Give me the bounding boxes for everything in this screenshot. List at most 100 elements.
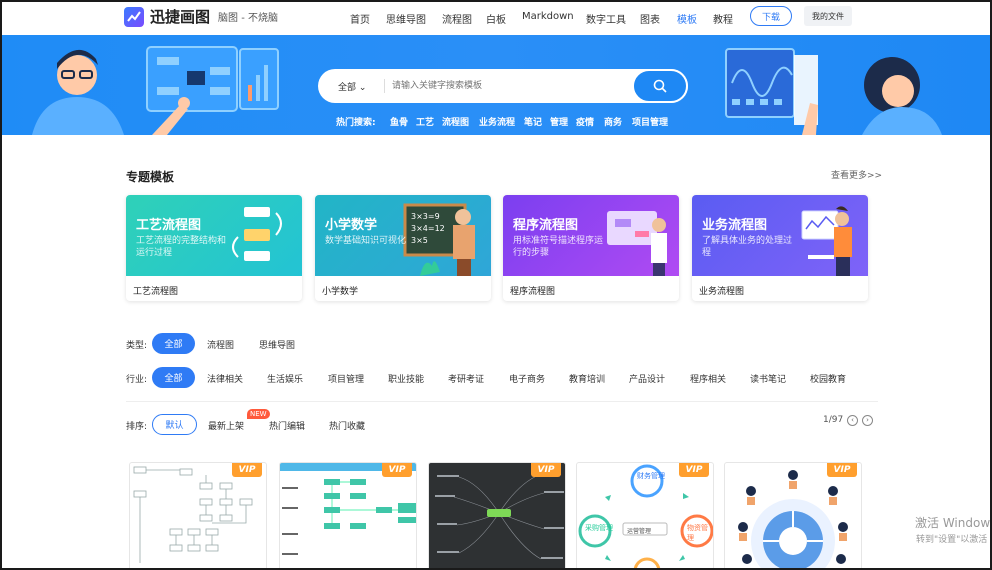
type-filter-option[interactable]: 全部: [152, 333, 195, 354]
nav-item[interactable]: 图表: [640, 11, 660, 26]
template-card[interactable]: 财务管理 采购管理 运营管理 物资管理 VIP: [576, 462, 714, 568]
nav-item[interactable]: 数字工具: [586, 11, 626, 26]
download-button[interactable]: 下载: [750, 6, 792, 26]
topic-card-title: 小学数学: [325, 218, 378, 233]
hero-banner: 全部 ⌄ 热门搜索: 鱼骨工艺流程图业务流程笔记管理疫情商务项目管理: [2, 35, 990, 135]
search-scope-select[interactable]: 全部 ⌄: [338, 80, 366, 93]
mgmt-label: 物资管理: [687, 524, 708, 542]
hot-search-term[interactable]: 商务: [604, 115, 622, 128]
industry-filter-option[interactable]: 读书笔记: [750, 372, 786, 385]
new-badge: NEW: [247, 409, 270, 419]
prev-page-button[interactable]: ‹: [847, 415, 858, 426]
industry-filter-option[interactable]: 项目管理: [328, 372, 364, 385]
industry-filter-option[interactable]: 考研考证: [448, 372, 484, 385]
logo-subtitle: 脑图 - 不烧脑: [218, 13, 278, 24]
industry-filter-option[interactable]: 电子商务: [509, 372, 545, 385]
type-filter-option[interactable]: 流程图: [207, 338, 234, 351]
hot-search-term[interactable]: 管理: [550, 115, 568, 128]
nav-item[interactable]: 白板: [486, 11, 506, 26]
see-more-link[interactable]: 查看更多>>: [831, 168, 882, 181]
top-navbar: 迅捷画图 脑图 - 不烧脑 首页 思维导图 流程图 白板 Markdown 数字工具 图表 模…: [2, 2, 990, 35]
mindmap-thumbnail: [435, 473, 564, 560]
type-filter-option[interactable]: 思维导图: [259, 338, 295, 351]
hot-search-label: 热门搜索:: [336, 118, 376, 128]
svg-text:3×3=9: 3×3=9: [411, 212, 440, 221]
mgmt-label: 财务管理: [637, 472, 665, 480]
hot-search-term[interactable]: 项目管理: [632, 115, 668, 128]
industry-filter-option[interactable]: 校园教育: [810, 372, 846, 385]
topic-card[interactable]: 3×3=9 3×4=12 3×5 小学数学 数学基础知识可视化 小学数学: [315, 195, 491, 301]
topic-card-image: 程序流程图用标准符号描述程序运行的步骤: [503, 195, 679, 276]
my-files-button[interactable]: 我的文件: [804, 6, 852, 26]
search-bar: 全部 ⌄: [318, 69, 688, 103]
topic-card-title: 业务流程图: [702, 218, 768, 233]
vip-badge: VIP: [531, 463, 561, 477]
next-page-button[interactable]: ›: [862, 415, 873, 426]
industry-filter-option[interactable]: 全部: [152, 367, 195, 388]
logo-text: 迅捷画图: [150, 8, 211, 26]
topic-card-desc: 用标准符号描述程序运行的步骤: [513, 236, 604, 258]
search-input[interactable]: [392, 78, 622, 94]
search-button[interactable]: [632, 69, 688, 103]
search-separator: [384, 79, 385, 93]
sort-option[interactable]: 最新上架: [208, 419, 244, 432]
topic-card-title: 程序流程图: [513, 218, 579, 233]
section-title: 专题模板: [126, 170, 175, 184]
logo[interactable]: 迅捷画图 脑图 - 不烧脑: [124, 6, 278, 27]
vip-badge: VIP: [232, 463, 262, 477]
industry-filter-option[interactable]: 教育培训: [569, 372, 605, 385]
logo-icon: [124, 6, 144, 27]
windows-activation-watermark: 激活 Windows: [915, 516, 992, 530]
sort-option[interactable]: 热门收藏: [329, 419, 365, 432]
industry-filter-option[interactable]: 产品设计: [629, 372, 665, 385]
topic-card[interactable]: 工艺流程图工艺流程的完整结构和运行过程 工艺流程图: [126, 195, 302, 301]
industry-filter-label: 行业:: [126, 375, 148, 385]
template-card[interactable]: VIP: [428, 462, 566, 568]
template-card[interactable]: VIP: [129, 462, 267, 568]
flowchart-thumbnail: [280, 463, 416, 555]
filter-divider: [126, 401, 878, 402]
sort-option[interactable]: 热门编辑: [269, 419, 305, 432]
nav-item[interactable]: 流程图: [442, 11, 472, 26]
circle-diagram-thumbnail: [738, 470, 848, 568]
hot-search-term[interactable]: 流程图: [442, 115, 469, 128]
topic-card-label: 程序流程图: [510, 287, 556, 297]
template-card[interactable]: VIP: [279, 462, 417, 568]
vip-badge: VIP: [382, 463, 412, 477]
topic-card[interactable]: 程序流程图 用标准符号描述程序运行的步骤 程序流程图: [503, 195, 679, 301]
nav-item[interactable]: Markdown: [522, 11, 574, 22]
topic-card-image: 3×3=9 3×4=12 3×5 小学数学 数学基础知识可视化: [315, 195, 491, 276]
hot-search-term[interactable]: 工艺: [416, 115, 434, 128]
nav-item[interactable]: 首页: [350, 11, 370, 26]
industry-filter-option[interactable]: 生活娱乐: [267, 372, 303, 385]
industry-filter-option[interactable]: 职业技能: [388, 372, 424, 385]
topic-card-desc: 了解具体业务的处理过程: [702, 236, 793, 258]
sort-option[interactable]: 默认: [152, 414, 197, 435]
app-window: 迅捷画图 脑图 - 不烧脑 首页 思维导图 流程图 白板 Markdown 数字工具 图表模…: [0, 0, 992, 570]
type-filter-label: 类型:: [126, 341, 148, 351]
nav-item[interactable]: 思维导图: [386, 11, 426, 26]
topic-card[interactable]: 业务流程图 了解具体业务的处理过程 业务流程图: [692, 195, 868, 301]
hot-search-term[interactable]: 疫情: [576, 115, 594, 128]
banner-right-illustration: [725, 48, 942, 135]
template-card[interactable]: VIP: [724, 462, 862, 568]
flowchart-thumbnail: [133, 466, 253, 563]
topic-card-title: 工艺流程图: [136, 218, 202, 233]
svg-text:3×4=12: 3×4=12: [411, 224, 445, 233]
nav-item[interactable]: 教程: [713, 11, 733, 26]
vip-badge: VIP: [679, 463, 709, 477]
industry-filter-option[interactable]: 程序相关: [690, 372, 726, 385]
hot-search-term[interactable]: 业务流程: [479, 115, 515, 128]
topic-card-desc: 数学基础知识可视化: [325, 236, 407, 246]
nav-item[interactable]: 模板: [677, 11, 697, 26]
topic-card-desc: 工艺流程的完整结构和运行过程: [136, 236, 227, 258]
topic-card-image: 工艺流程图工艺流程的完整结构和运行过程: [126, 195, 302, 276]
windows-activation-hint: 转到"设置"以激活 Windows。: [916, 535, 990, 545]
mgmt-label: 采购管理: [585, 524, 613, 532]
sort-label: 排序:: [126, 422, 148, 432]
industry-filter-option[interactable]: 法律相关: [207, 372, 243, 385]
hot-search-term[interactable]: 鱼骨: [390, 115, 408, 128]
hot-search-term[interactable]: 笔记: [524, 115, 542, 128]
topic-card-label: 小学数学: [322, 287, 359, 297]
mgmt-label: 运营管理: [627, 528, 652, 535]
